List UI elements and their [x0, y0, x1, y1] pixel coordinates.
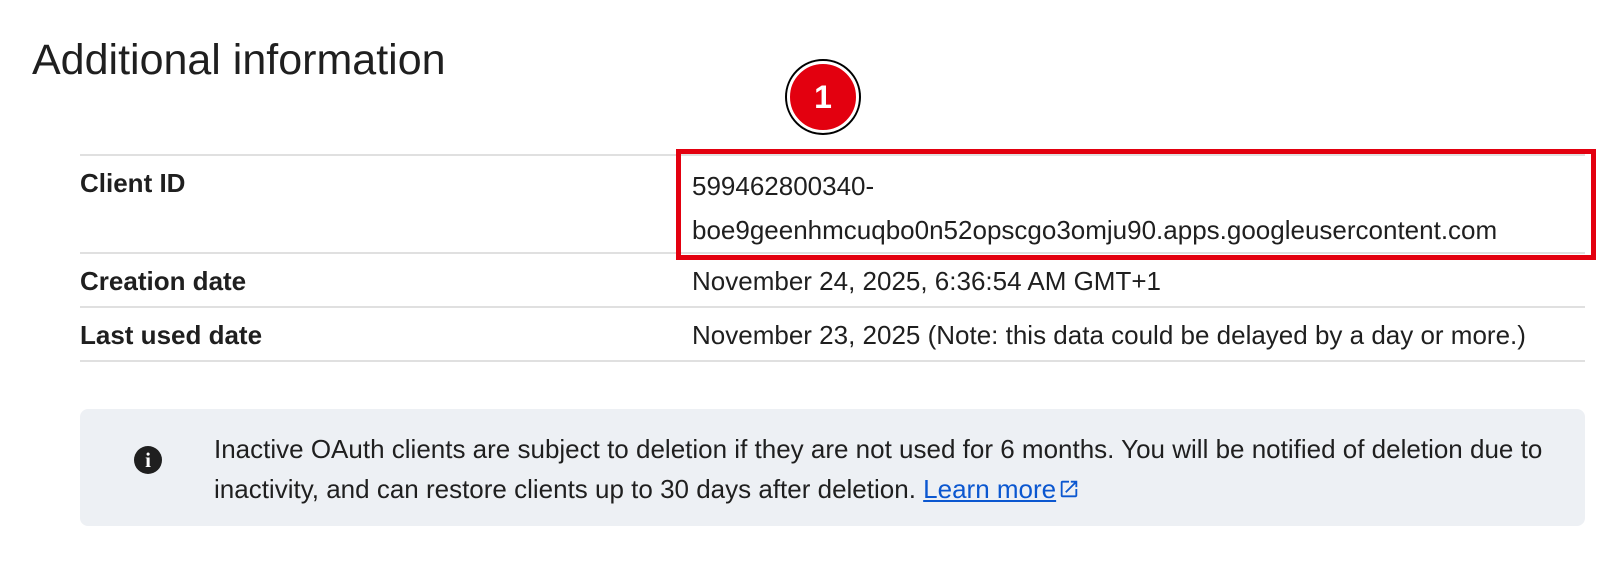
info-icon: i: [134, 446, 162, 474]
table-row-creation-date: Creation date November 24, 2025, 6:36:54…: [80, 254, 1585, 308]
table-row-client-id: Client ID 599462800340- boe9geenhmcuqbo0…: [80, 156, 1585, 254]
learn-more-link[interactable]: Learn more: [923, 474, 1080, 504]
client-id-value-line2: boe9geenhmcuqbo0n52opscgo3omju90.apps.go…: [692, 215, 1498, 245]
annotation-marker: 1: [787, 61, 859, 133]
external-link-icon: [1058, 471, 1080, 511]
inactivity-notice: i Inactive OAuth clients are subject to …: [80, 409, 1585, 526]
client-id-label: Client ID: [80, 168, 186, 198]
notice-text-container: Inactive OAuth clients are subject to de…: [214, 429, 1554, 511]
table-row-last-used-date: Last used date November 23, 2025 (Note: …: [80, 308, 1585, 362]
details-table: Client ID 599462800340- boe9geenhmcuqbo0…: [80, 154, 1585, 362]
additional-information-page: Additional information Client ID 5994628…: [0, 0, 1624, 572]
client-id-value[interactable]: 599462800340- boe9geenhmcuqbo0n52opscgo3…: [692, 152, 1585, 252]
client-id-value-line1: 599462800340-: [692, 171, 875, 201]
last-used-date-label: Last used date: [80, 320, 263, 350]
creation-date-label: Creation date: [80, 266, 247, 296]
last-used-date-value: November 23, 2025 (Note: this data could…: [692, 320, 1526, 350]
notice-text: Inactive OAuth clients are subject to de…: [214, 434, 1543, 504]
section-title: Additional information: [32, 36, 446, 84]
creation-date-value: November 24, 2025, 6:36:54 AM GMT+1: [692, 266, 1161, 296]
learn-more-label: Learn more: [923, 474, 1057, 504]
